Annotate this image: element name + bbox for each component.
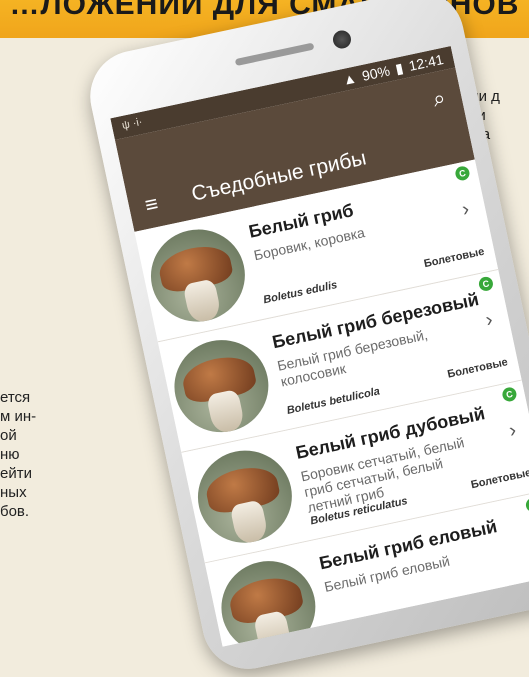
phone: ψ ·i· ▲ 90% ▮ 12:41 ≡ Съедобные грибы ⌕ … [81, 0, 529, 677]
mushroom-stem [229, 499, 270, 546]
item-family: Болетовые [446, 356, 509, 381]
item-latin-name: Boletus edulis [262, 279, 339, 307]
hamburger-icon[interactable]: ≡ [143, 191, 161, 219]
mushroom-stem [206, 388, 246, 435]
chevron-right-icon: › [483, 308, 495, 332]
mushroom-stem [182, 278, 223, 325]
chevron-right-icon: › [507, 419, 519, 442]
mushroom-thumbnail [189, 441, 301, 552]
item-family: Болетовые [422, 245, 486, 271]
status-notification-icons: ψ ·i· [120, 115, 144, 132]
battery-icon: ▮ [393, 59, 405, 77]
chevron-right-icon: › [460, 198, 472, 221]
search-icon[interactable]: ⌕ [430, 85, 447, 113]
signal-icon: ▲ [341, 69, 359, 89]
battery-level: 90% [360, 62, 392, 84]
edible-badge-icon: С [524, 496, 529, 514]
item-latin-name: Boletus betulicola [285, 385, 381, 417]
edible-badge-icon: С [454, 165, 471, 182]
edible-badge-icon: С [477, 275, 495, 293]
edible-badge-icon: С [501, 386, 518, 403]
phone-screen: ψ ·i· ▲ 90% ▮ 12:41 ≡ Съедобные грибы ⌕ … [110, 46, 529, 647]
mushroom-thumbnail [165, 331, 277, 441]
article-text-left: ется м ин- ой ню ейти ных бов. [0, 389, 37, 520]
mushroom-thumbnail [142, 220, 254, 331]
